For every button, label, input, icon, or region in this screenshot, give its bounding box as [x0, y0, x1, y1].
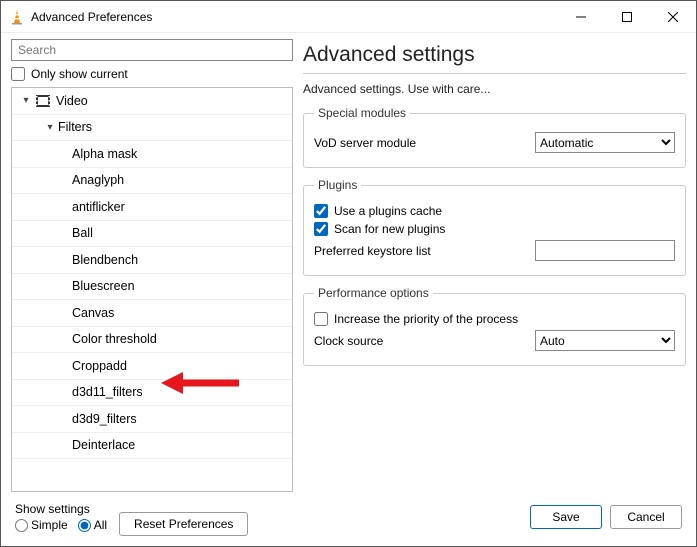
tree-node-label: Color threshold — [72, 332, 157, 346]
vlc-cone-icon — [9, 9, 25, 25]
close-button[interactable] — [650, 2, 696, 32]
titlebar: Advanced Preferences — [1, 1, 696, 33]
tree-leaf-d3d11-filters[interactable]: d3d11_filters — [12, 380, 292, 407]
scan-new-plugins-row[interactable]: Scan for new plugins — [314, 222, 675, 236]
simple-radio-label: Simple — [31, 518, 68, 532]
show-settings-label: Show settings — [15, 502, 107, 516]
tree-node-label: Filters — [58, 120, 92, 134]
keystore-input[interactable] — [535, 240, 675, 261]
tree-leaf-anaglyph[interactable]: Anaglyph — [12, 168, 292, 195]
increase-priority-checkbox[interactable] — [314, 312, 328, 326]
tree-node-label: Ball — [72, 226, 93, 240]
tree-node-label: d3d9_filters — [72, 412, 137, 426]
reset-preferences-button[interactable]: Reset Preferences — [119, 512, 248, 536]
only-show-current-row[interactable]: Only show current — [11, 67, 293, 81]
tree-node-label: Video — [56, 94, 88, 108]
category-tree[interactable]: ▾ Video ▾ Filters Alpha mask Anaglyph an… — [11, 87, 293, 492]
filmstrip-icon — [34, 95, 52, 107]
scan-new-plugins-label: Scan for new plugins — [334, 222, 445, 236]
dialog-body: Only show current ▾ Video ▾ Filters Alph… — [1, 33, 696, 492]
special-modules-legend: Special modules — [314, 106, 410, 120]
tree-leaf-bluescreen[interactable]: Bluescreen — [12, 274, 292, 301]
chevron-down-icon: ▾ — [42, 122, 58, 133]
only-show-current-checkbox[interactable] — [11, 67, 25, 81]
tree-node-filters[interactable]: ▾ Filters — [12, 115, 292, 142]
tree-node-label: antiflicker — [72, 200, 125, 214]
save-button[interactable]: Save — [530, 505, 602, 529]
scan-new-plugins-checkbox[interactable] — [314, 222, 328, 236]
page-title: Advanced settings — [303, 43, 686, 74]
tree-leaf-croppadd[interactable]: Croppadd — [12, 353, 292, 380]
tree-leaf-color-threshold[interactable]: Color threshold — [12, 327, 292, 354]
use-plugins-cache-checkbox[interactable] — [314, 204, 328, 218]
tree-leaf-d3d9-filters[interactable]: d3d9_filters — [12, 406, 292, 433]
left-panel: Only show current ▾ Video ▾ Filters Alph… — [11, 39, 293, 492]
tree-node-label: Bluescreen — [72, 279, 135, 293]
settings-panel: Advanced settings Advanced settings. Use… — [303, 39, 686, 492]
chevron-down-icon: ▾ — [18, 95, 34, 106]
increase-priority-row[interactable]: Increase the priority of the process — [314, 312, 675, 326]
search-input[interactable] — [11, 39, 293, 61]
plugins-legend: Plugins — [314, 178, 361, 192]
page-subtitle: Advanced settings. Use with care... — [303, 82, 686, 96]
tree-node-label: d3d11_filters — [72, 385, 143, 399]
clock-source-label: Clock source — [314, 334, 527, 348]
simple-radio[interactable] — [15, 519, 28, 532]
tree-node-video[interactable]: ▾ Video — [12, 88, 292, 115]
clock-source-select[interactable]: Auto — [535, 330, 675, 351]
use-plugins-cache-label: Use a plugins cache — [334, 204, 442, 218]
window-controls — [558, 2, 696, 32]
special-modules-group: Special modules VoD server module Automa… — [303, 106, 686, 168]
all-radio-label: All — [94, 518, 107, 532]
only-show-current-label: Only show current — [31, 67, 128, 81]
performance-legend: Performance options — [314, 286, 433, 300]
tree-node-label: Blendbench — [72, 253, 138, 267]
tree-node-label: Anaglyph — [72, 173, 124, 187]
show-settings-group: Show settings Simple All — [15, 502, 107, 532]
tree-leaf-antiflicker[interactable]: antiflicker — [12, 194, 292, 221]
tree-leaf-canvas[interactable]: Canvas — [12, 300, 292, 327]
tree-leaf-deinterlace[interactable]: Deinterlace — [12, 433, 292, 460]
tree-node-label: Alpha mask — [72, 147, 137, 161]
vod-server-select[interactable]: Automatic — [535, 132, 675, 153]
tree-leaf-alpha-mask[interactable]: Alpha mask — [12, 141, 292, 168]
tree-leaf-blendbench[interactable]: Blendbench — [12, 247, 292, 274]
all-radio[interactable] — [78, 519, 91, 532]
tree-leaf-ball[interactable]: Ball — [12, 221, 292, 248]
window-title: Advanced Preferences — [31, 10, 558, 24]
minimize-button[interactable] — [558, 2, 604, 32]
maximize-button[interactable] — [604, 2, 650, 32]
simple-radio-row[interactable]: Simple — [15, 518, 68, 532]
increase-priority-label: Increase the priority of the process — [334, 312, 518, 326]
dialog-footer: Show settings Simple All Reset Preferenc… — [1, 492, 696, 546]
performance-group: Performance options Increase the priorit… — [303, 286, 686, 366]
plugins-group: Plugins Use a plugins cache Scan for new… — [303, 178, 686, 276]
tree-node-label: Deinterlace — [72, 438, 135, 452]
keystore-label: Preferred keystore list — [314, 244, 527, 258]
all-radio-row[interactable]: All — [78, 518, 107, 532]
cancel-button[interactable]: Cancel — [610, 505, 682, 529]
tree-node-label: Croppadd — [72, 359, 127, 373]
use-plugins-cache-row[interactable]: Use a plugins cache — [314, 204, 675, 218]
tree-node-label: Canvas — [72, 306, 114, 320]
vod-server-label: VoD server module — [314, 136, 527, 150]
preferences-window: Advanced Preferences Only show current ▾… — [0, 0, 697, 547]
